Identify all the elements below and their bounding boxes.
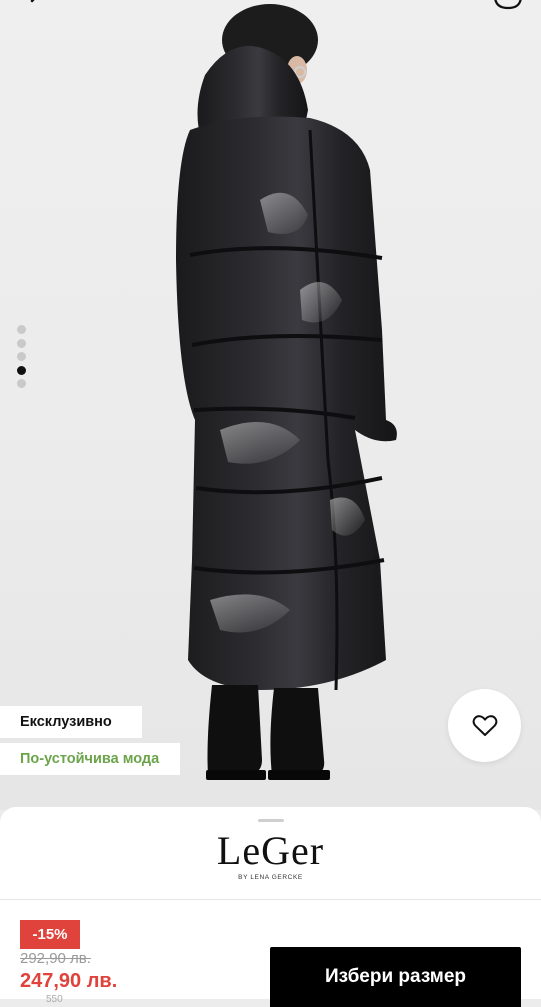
original-price: 292,90 лв. (20, 950, 91, 967)
sustainable-fashion-badge[interactable]: По-устойчива мода (0, 743, 180, 775)
share-icon[interactable] (491, 0, 525, 16)
sheet-drag-handle[interactable] (258, 819, 284, 822)
gallery-dot[interactable] (17, 379, 26, 388)
secondary-price: 550 (46, 994, 63, 1005)
brand-logo[interactable]: LeGer BY LENA GERCKE (0, 828, 541, 882)
favorite-button[interactable] (448, 689, 521, 762)
brand-subtitle: BY LENA GERCKE (238, 874, 303, 881)
model-in-black-puffer-coat (176, 4, 397, 780)
product-info-sheet: LeGer BY LENA GERCKE -15% 292,90 лв. 247… (0, 807, 541, 1007)
back-chevron-icon[interactable] (22, 0, 52, 18)
divider (0, 899, 541, 900)
heart-outline-icon (472, 714, 497, 736)
product-image[interactable]: Ексклузивно По-устойчива мода (0, 0, 541, 810)
current-price: 247,90 лв. (20, 970, 118, 992)
brand-name: LeGer (216, 828, 325, 873)
exclusive-badge: Ексклузивно (0, 706, 142, 738)
discount-badge: -15% (20, 920, 80, 949)
gallery-dot[interactable] (17, 352, 26, 361)
gallery-dot-active[interactable] (17, 365, 26, 375)
gallery-dot[interactable] (17, 338, 26, 348)
gallery-pagination (17, 325, 27, 393)
select-size-button[interactable]: Избери размер (270, 947, 521, 1007)
gallery-dot[interactable] (17, 325, 26, 334)
